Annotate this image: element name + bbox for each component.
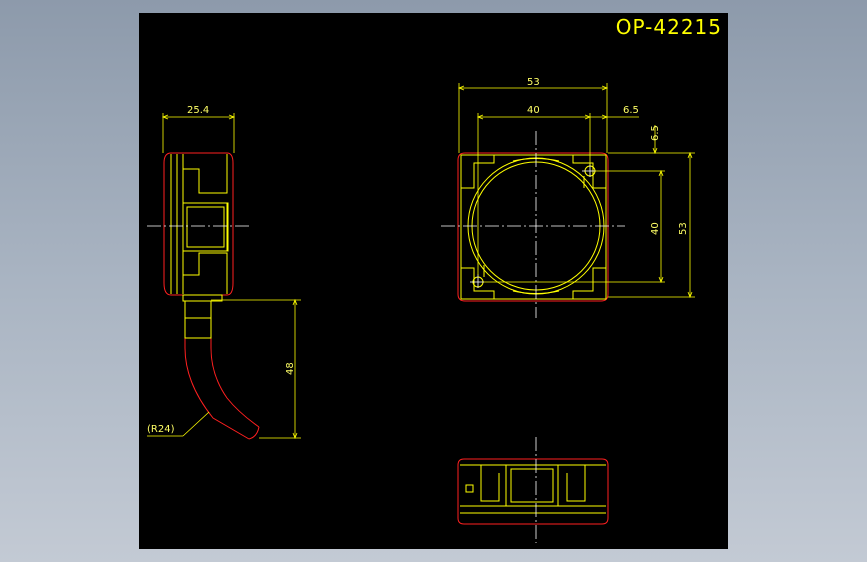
edge-offset-x-dim: 6.5 [623, 105, 639, 116]
cable-length-dim: 48 [285, 362, 296, 375]
drawing-viewport[interactable]: OP-42215 25.4 48 (R24) 53 40 6.5 6.5 40 … [139, 13, 728, 549]
cad-drawing: 25.4 48 (R24) 53 40 6.5 6.5 40 53 [147, 77, 695, 543]
hole-spacing-y-dim: 40 [650, 222, 661, 235]
overall-height-dim: 53 [678, 222, 689, 235]
side-width-dim: 25.4 [187, 105, 209, 116]
overall-width-dim: 53 [527, 77, 540, 88]
hole-spacing-x-dim: 40 [527, 105, 540, 116]
cable-outline-left [184, 301, 250, 440]
side-view: 25.4 48 (R24) [147, 105, 301, 440]
bottom-window-outer [505, 464, 559, 507]
strain-relief [184, 300, 212, 339]
bottom-view [457, 437, 609, 543]
bend-radius-label: (R24) [147, 424, 175, 435]
bottom-window-inner [510, 468, 554, 503]
front-body-outline [457, 152, 609, 302]
drawing-title: OP-42215 [615, 15, 722, 39]
bottom-indicator [465, 484, 474, 493]
edge-offset-y-dim: 6.5 [650, 125, 661, 141]
cable-outline-right [210, 301, 260, 428]
front-view: 53 40 6.5 6.5 40 53 [441, 77, 695, 318]
